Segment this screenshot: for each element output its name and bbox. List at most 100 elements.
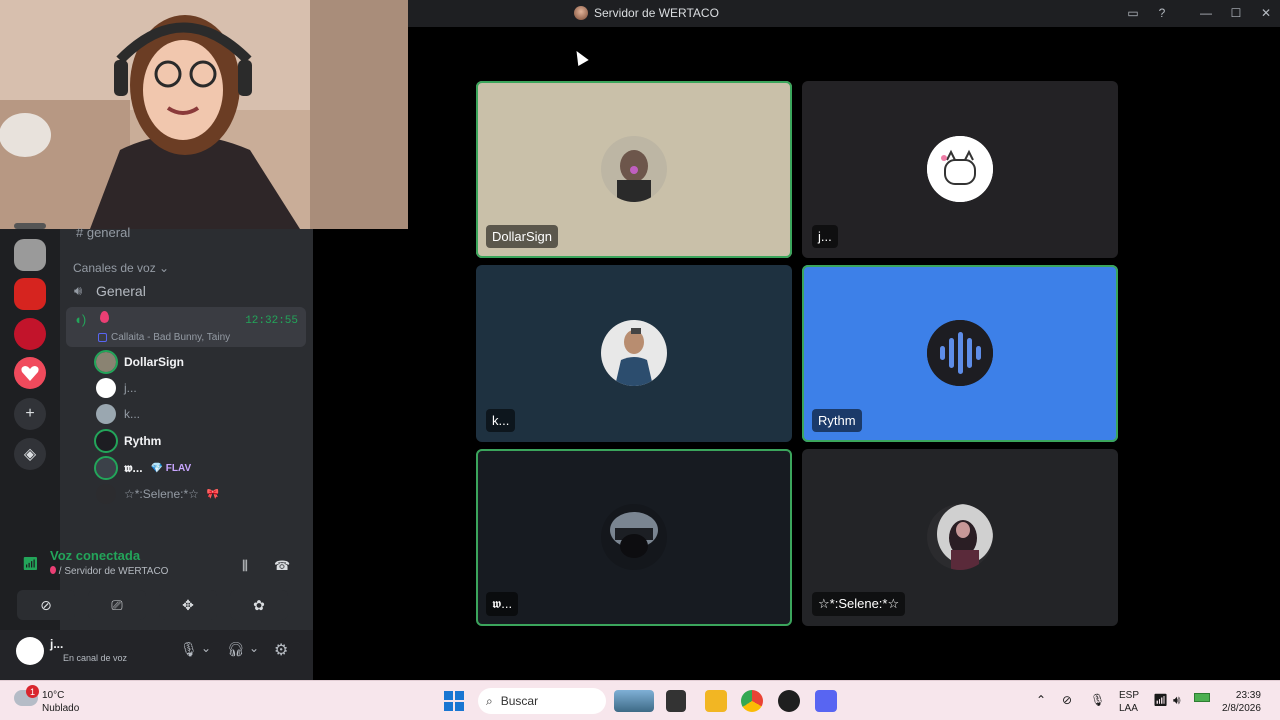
server-icon: [574, 6, 588, 20]
server-icon-4[interactable]: [14, 357, 46, 389]
weather-temp: 10°C: [42, 690, 65, 701]
battery-icon[interactable]: [1194, 693, 1210, 702]
chrome-icon[interactable]: [741, 690, 763, 712]
microphone-icon[interactable]: 🎙︎: [180, 641, 198, 658]
chevron-down-icon[interactable]: ⌄: [201, 641, 211, 655]
member-w[interactable]: 𝖜... 💎 FLAV: [94, 456, 191, 480]
weather-widget[interactable]: 10°C Nublado: [42, 689, 79, 715]
tile-selene[interactable]: ☆*:Selene:*☆: [802, 449, 1118, 626]
member-name: 𝖜...: [124, 460, 143, 475]
notification-badge: 1: [26, 685, 39, 698]
discover-icon[interactable]: ◈: [14, 438, 46, 470]
signal-icon[interactable]: 📶︎: [22, 556, 39, 572]
avatar: [927, 136, 993, 202]
file-explorer-icon[interactable]: [705, 690, 727, 712]
server-icon-partial[interactable]: [14, 223, 46, 229]
username: j...: [50, 637, 64, 651]
avatar: [601, 136, 667, 202]
text-channel-label: general: [86, 225, 131, 240]
voice-category[interactable]: Canales de voz ⌄: [73, 261, 169, 275]
member-badge: 🎀: [206, 488, 220, 500]
tile-dollarsign[interactable]: DollarSign: [476, 81, 792, 258]
volume-icon[interactable]: 🔊︎: [1173, 693, 1181, 708]
droplet-icon: [50, 566, 56, 574]
member-k[interactable]: k...: [96, 404, 140, 424]
participant-name: DollarSign: [486, 225, 558, 248]
camera-button[interactable]: ⊘: [17, 590, 75, 620]
avatar: [927, 504, 993, 570]
webcam-overlay: [0, 0, 408, 229]
language-indicator[interactable]: ESP LAA: [1119, 689, 1139, 715]
clock[interactable]: 23:39 2/8/2026: [1222, 689, 1261, 715]
soundboard-button[interactable]: ✿: [230, 590, 288, 620]
headphones-icon[interactable]: 🎧︎: [227, 641, 245, 658]
discord-window: { "window": { "title": "Servidor de WERT…: [0, 0, 1280, 720]
title-bar: Servidor de WERTACO ▭ ? — ☐ ✕: [408, 0, 1280, 27]
tile-k[interactable]: k...: [476, 265, 792, 442]
voice-status[interactable]: Voz conectada: [50, 548, 140, 563]
avatar[interactable]: [16, 637, 44, 665]
settings-gear-icon[interactable]: ⚙: [274, 640, 288, 660]
taskbar-search[interactable]: ⌕ Buscar: [478, 688, 606, 714]
participant-name: Rythm: [812, 409, 862, 432]
participant-name: k...: [486, 409, 516, 432]
chevron-down-icon[interactable]: ⌄: [249, 641, 259, 655]
speaker-icon: 🔊︎: [74, 283, 83, 298]
minimize-button[interactable]: —: [1198, 5, 1214, 21]
server-icon-1[interactable]: [14, 239, 46, 271]
close-button[interactable]: ✕: [1258, 5, 1274, 21]
avatar: [601, 320, 667, 386]
tile-w[interactable]: 𝖜...: [476, 449, 792, 626]
member-name: j...: [124, 381, 137, 395]
member-name: ☆*:Selene:*☆: [124, 487, 199, 501]
voice-server[interactable]: / Servidor de WERTACO: [50, 566, 168, 577]
activities-button[interactable]: ✥: [159, 590, 217, 620]
voice-category-label: Canales de voz: [73, 261, 156, 275]
search-icon: ⌕: [486, 693, 493, 708]
screen-share-button[interactable]: ⎚: [88, 590, 146, 620]
discord-icon[interactable]: [815, 690, 837, 712]
voice-stage: DollarSign j... k... Rythm 𝖜... ☆*:Selen…: [408, 27, 1280, 680]
tile-rythm[interactable]: Rythm: [802, 265, 1118, 442]
tile-j[interactable]: j...: [802, 81, 1118, 258]
weather-label: Nublado: [42, 703, 80, 714]
camera-off-icon: ⊘: [40, 596, 52, 613]
windows-start-icon[interactable]: [444, 691, 464, 711]
participant-name: j...: [812, 225, 838, 248]
voice-server-label: / Servidor de WERTACO: [58, 566, 169, 577]
noise-suppression-icon[interactable]: ⫼: [242, 558, 248, 574]
member-j[interactable]: j...: [96, 378, 137, 398]
location-off-icon[interactable]: ⊘: [1062, 693, 1072, 707]
help-icon[interactable]: ?: [1154, 5, 1170, 21]
add-server-icon[interactable]: +: [14, 398, 46, 430]
server-icon-3[interactable]: [14, 318, 46, 350]
text-channel[interactable]: # general: [76, 225, 130, 240]
inbox-icon[interactable]: ▭: [1125, 5, 1141, 21]
avatar: [94, 456, 118, 480]
soundboard-icon: ✿: [253, 596, 265, 613]
member-dollarsign[interactable]: DollarSign: [94, 350, 184, 374]
microphone-icon[interactable]: 🎙︎: [1090, 693, 1105, 707]
clock-date: 2/8/2026: [1222, 703, 1261, 714]
language-bottom: LAA: [1119, 703, 1138, 714]
avatar: [94, 350, 118, 374]
member-selene[interactable]: ☆*:Selene:*☆ 🎀: [96, 484, 219, 504]
user-status: En canal de voz: [63, 653, 128, 663]
active-stage-row[interactable]: ◖) 12:32:55 Callaita - Bad Bunny, Tainy: [66, 307, 306, 347]
voice-channel-general[interactable]: 🔊︎ General: [74, 283, 146, 299]
elapsed-timer: 12:32:55: [245, 315, 298, 327]
server-icon-2[interactable]: [14, 278, 46, 310]
terminal-app-icon[interactable]: [666, 690, 686, 712]
participant-name: ☆*:Selene:*☆: [812, 592, 906, 616]
activity-status: Callaita - Bad Bunny, Tainy: [98, 332, 230, 343]
chevron-up-icon[interactable]: ⌃: [1036, 693, 1046, 707]
member-rythm[interactable]: Rythm: [94, 429, 161, 453]
widget-image-icon[interactable]: [614, 690, 654, 712]
maximize-button[interactable]: ☐: [1228, 5, 1244, 21]
wifi-icon[interactable]: 📶︎: [1153, 693, 1168, 707]
user-panel: j... En canal de voz 🎙︎ ⌄ 🎧︎ ⌄ ⚙: [0, 630, 313, 680]
member-name: k...: [124, 407, 141, 421]
disconnect-icon[interactable]: ☎︎: [274, 558, 290, 574]
app-icon[interactable]: [778, 690, 800, 712]
activities-icon: ✥: [182, 596, 194, 613]
